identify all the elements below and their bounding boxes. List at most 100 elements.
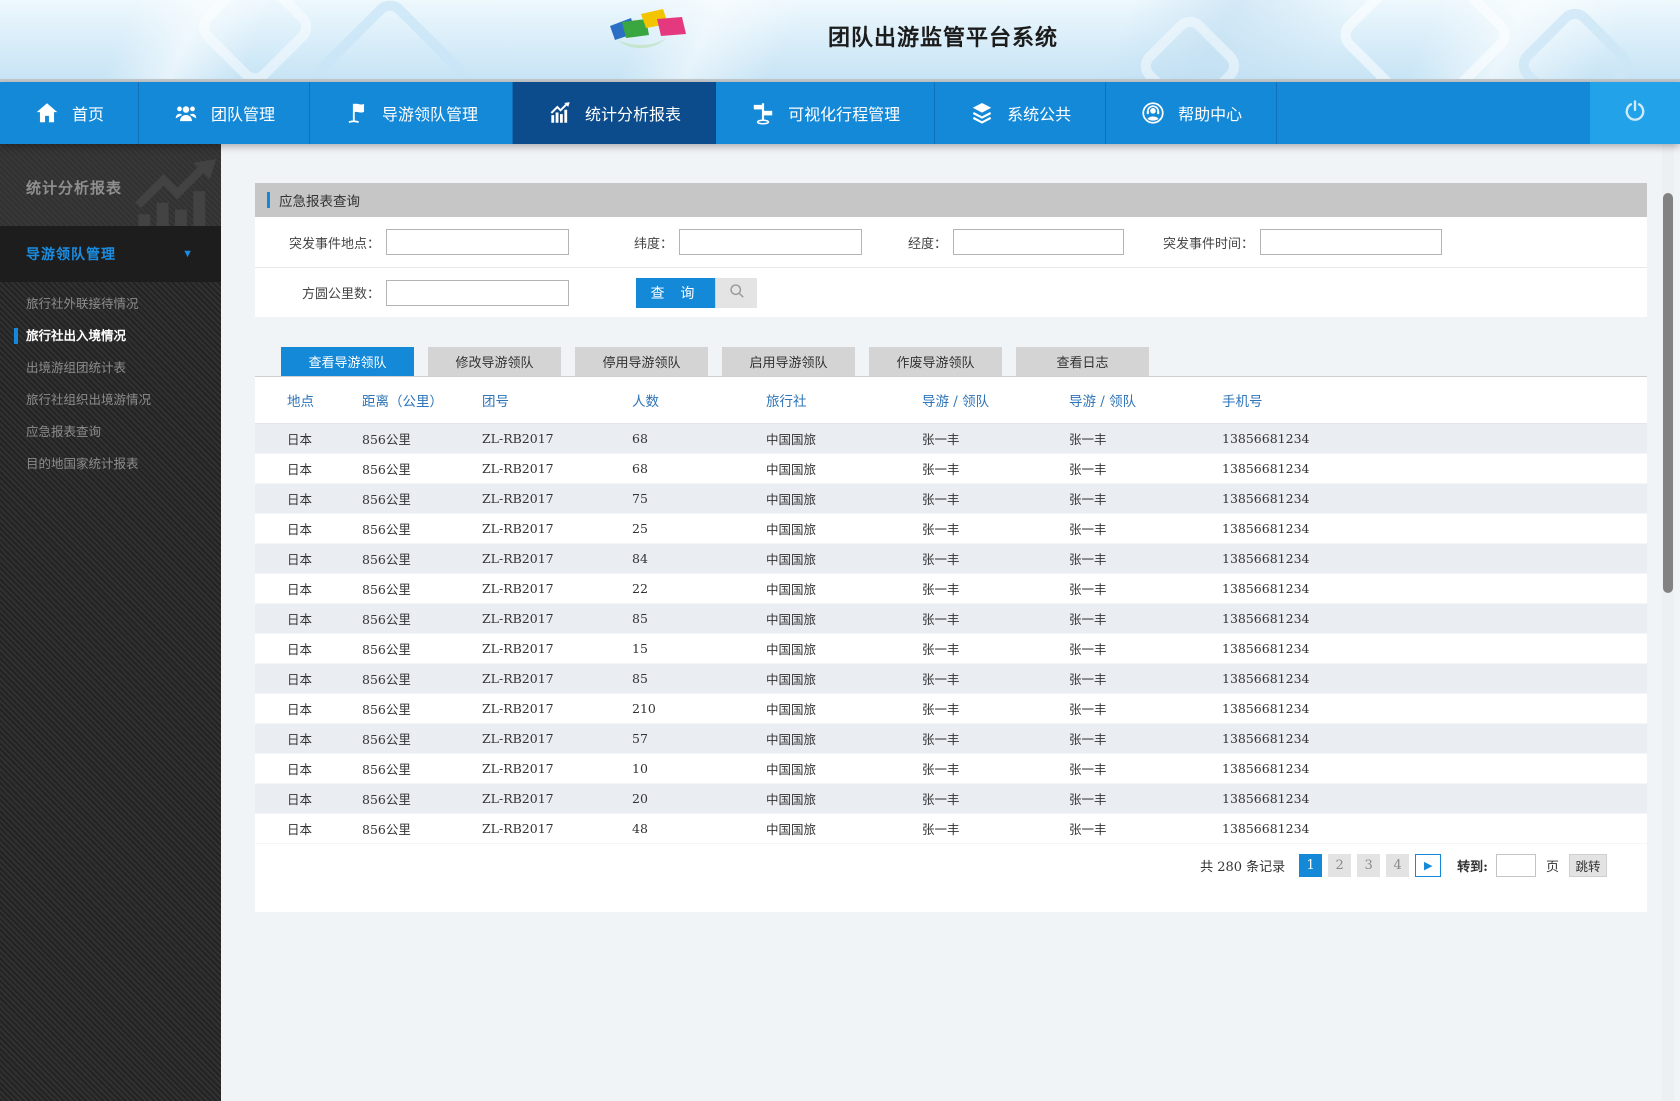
table-row[interactable]: 日本 856公里 ZL-RB2017 84 中国国旅 张一丰 张一丰 13856… xyxy=(255,543,1647,573)
cell-people: 10 xyxy=(632,760,648,776)
scrollbar-track[interactable] xyxy=(1662,144,1674,1101)
cell-guide: 张一丰 xyxy=(922,521,960,537)
cell-people: 48 xyxy=(632,820,648,836)
cell-agency: 中国国旅 xyxy=(766,761,817,777)
table-row[interactable]: 日本 856公里 ZL-RB2017 48 中国国旅 张一丰 张一丰 13856… xyxy=(255,813,1647,843)
chart-watermark-icon xyxy=(135,159,217,226)
cell-leader: 张一丰 xyxy=(1069,431,1107,447)
emergency-report-search-panel: 应急报表查询 突发事件地点： 纬度： 经度： 突发事件时间： 方圆公里数： 查 … xyxy=(255,183,1647,317)
team-icon xyxy=(173,100,199,126)
cell-agency: 中国国旅 xyxy=(766,611,817,627)
cell-distance: 856公里 xyxy=(362,521,411,537)
table-row[interactable]: 日本 856公里 ZL-RB2017 25 中国国旅 张一丰 张一丰 13856… xyxy=(255,513,1647,543)
page-button[interactable]: 1 xyxy=(1299,853,1323,877)
sidebar-item-label: 旅行社出入境情况 xyxy=(26,329,127,343)
nav-item-team-management[interactable]: 团队管理 xyxy=(139,82,311,144)
cell-place: 日本 xyxy=(287,641,313,657)
tab-button[interactable]: 修改导游领队 xyxy=(428,347,561,376)
longitude-input[interactable] xyxy=(953,229,1124,255)
next-page-button[interactable]: ▶ xyxy=(1415,853,1442,877)
incident-location-input[interactable] xyxy=(386,229,569,255)
table-row[interactable]: 日本 856公里 ZL-RB2017 57 中国国旅 张一丰 张一丰 13856… xyxy=(255,723,1647,753)
page-button[interactable]: 4 xyxy=(1386,853,1410,877)
table-row[interactable]: 日本 856公里 ZL-RB2017 20 中国国旅 张一丰 张一丰 13856… xyxy=(255,783,1647,813)
cell-people: 20 xyxy=(632,790,648,806)
cell-distance: 856公里 xyxy=(362,791,411,807)
sidebar-item[interactable]: 旅行社出入境情况 xyxy=(0,320,221,352)
logout-button[interactable] xyxy=(1590,82,1680,144)
layers-icon xyxy=(969,100,995,126)
table-row[interactable]: 日本 856公里 ZL-RB2017 10 中国国旅 张一丰 张一丰 13856… xyxy=(255,753,1647,783)
cell-leader: 张一丰 xyxy=(1069,461,1107,477)
radius-km-input[interactable] xyxy=(386,279,569,306)
search-form-row-2: 方圆公里数： 查 询 xyxy=(255,267,1647,317)
cell-distance: 856公里 xyxy=(362,641,411,657)
cell-group-no: ZL-RB2017 xyxy=(482,700,554,716)
cell-agency: 中国国旅 xyxy=(766,641,817,657)
sidebar-item[interactable]: 目的地国家统计报表 xyxy=(0,448,221,480)
cell-distance: 856公里 xyxy=(362,491,411,507)
cell-agency: 中国国旅 xyxy=(766,671,817,687)
nav-item-home[interactable]: 首页 xyxy=(0,82,140,144)
table-row[interactable]: 日本 856公里 ZL-RB2017 210 中国国旅 张一丰 张一丰 1385… xyxy=(255,693,1647,723)
tab-button[interactable]: 作废导游领队 xyxy=(869,347,1002,376)
table-row[interactable]: 日本 856公里 ZL-RB2017 22 中国国旅 张一丰 张一丰 13856… xyxy=(255,573,1647,603)
cell-guide: 张一丰 xyxy=(922,641,960,657)
cell-place: 日本 xyxy=(287,491,313,507)
sidebar-item[interactable]: 旅行社组织出境游情况 xyxy=(0,384,221,416)
cell-phone: 13856681234 xyxy=(1222,610,1310,626)
panel-title: 应急报表查询 xyxy=(279,194,360,209)
nav-item-visual-itinerary-management[interactable]: 可视化行程管理 xyxy=(716,82,936,144)
page-button[interactable]: 3 xyxy=(1357,853,1381,877)
cell-distance: 856公里 xyxy=(362,431,411,447)
scrollbar-thumb[interactable] xyxy=(1663,193,1673,593)
table-row[interactable]: 日本 856公里 ZL-RB2017 75 中国国旅 张一丰 张一丰 13856… xyxy=(255,483,1647,513)
tab-button[interactable]: 查看导游领队 xyxy=(281,347,414,376)
cell-place: 日本 xyxy=(287,521,313,537)
latitude-input[interactable] xyxy=(679,229,862,255)
tab-button[interactable]: 启用导游领队 xyxy=(722,347,855,376)
cell-phone: 13856681234 xyxy=(1222,580,1310,596)
nav-item-statistics-reports[interactable]: 统计分析报表 xyxy=(513,82,717,144)
tab-button[interactable]: 查看日志 xyxy=(1016,347,1149,376)
tab-button[interactable]: 停用导游领队 xyxy=(575,347,708,376)
table-tabs: 查看导游领队 修改导游领队 停用导游领队 启用导游领队 作废导游领队 查看日志 xyxy=(255,347,1647,376)
table-row[interactable]: 日本 856公里 ZL-RB2017 15 中国国旅 张一丰 张一丰 13856… xyxy=(255,633,1647,663)
nav-item-guide-leader-management[interactable]: 导游领队管理 xyxy=(310,82,514,144)
cell-distance: 856公里 xyxy=(362,671,411,687)
query-button[interactable]: 查 询 xyxy=(636,277,715,308)
sidebar-item[interactable]: 应急报表查询 xyxy=(0,416,221,448)
sidebar-header: 统计分析报表 xyxy=(0,144,221,226)
cell-distance: 856公里 xyxy=(362,581,411,597)
cell-agency: 中国国旅 xyxy=(766,581,817,597)
guide-leader-table-panel: 地点 距离（公里） 团号 人数 旅行社 导游 / 领队 导游 / 领队 手机号 … xyxy=(255,376,1647,912)
cell-phone: 13856681234 xyxy=(1222,730,1310,746)
sidebar-item[interactable]: 旅行社外联接待情况 xyxy=(0,288,221,320)
cell-people: 25 xyxy=(632,520,648,536)
cell-leader: 张一丰 xyxy=(1069,611,1107,627)
table-row[interactable]: 日本 856公里 ZL-RB2017 68 中国国旅 张一丰 张一丰 13856… xyxy=(255,453,1647,483)
cell-leader: 张一丰 xyxy=(1069,731,1107,747)
collapse-arrow-icon: ▼ xyxy=(182,248,193,260)
cell-place: 日本 xyxy=(287,611,313,627)
cell-place: 日本 xyxy=(287,791,313,807)
sidebar-item[interactable]: 出境游组团统计表 xyxy=(0,352,221,384)
cell-people: 68 xyxy=(632,460,648,476)
cell-people: 85 xyxy=(632,670,648,686)
page-button[interactable]: 2 xyxy=(1328,853,1352,877)
page-number-input[interactable] xyxy=(1495,853,1536,877)
sidebar-group-guide-leader-management[interactable]: 导游领队管理 ▼ xyxy=(0,226,221,282)
nav-item-system-public[interactable]: 系统公共 xyxy=(935,82,1107,144)
table-row[interactable]: 日本 856公里 ZL-RB2017 68 中国国旅 张一丰 张一丰 13856… xyxy=(255,423,1647,453)
table-row[interactable]: 日本 856公里 ZL-RB2017 85 中国国旅 张一丰 张一丰 13856… xyxy=(255,603,1647,633)
cell-distance: 856公里 xyxy=(362,761,411,777)
incident-time-input[interactable] xyxy=(1260,229,1442,255)
cell-people: 210 xyxy=(632,700,656,716)
table-row[interactable]: 日本 856公里 ZL-RB2017 85 中国国旅 张一丰 张一丰 13856… xyxy=(255,663,1647,693)
cell-guide: 张一丰 xyxy=(922,611,960,627)
nav-item-help-center[interactable]: 帮助中心 xyxy=(1106,82,1278,144)
search-magnifier-button[interactable] xyxy=(715,277,757,308)
jump-button[interactable]: 跳转 xyxy=(1569,853,1607,877)
cell-agency: 中国国旅 xyxy=(766,431,817,447)
col-distance: 距离（公里） xyxy=(362,377,482,424)
